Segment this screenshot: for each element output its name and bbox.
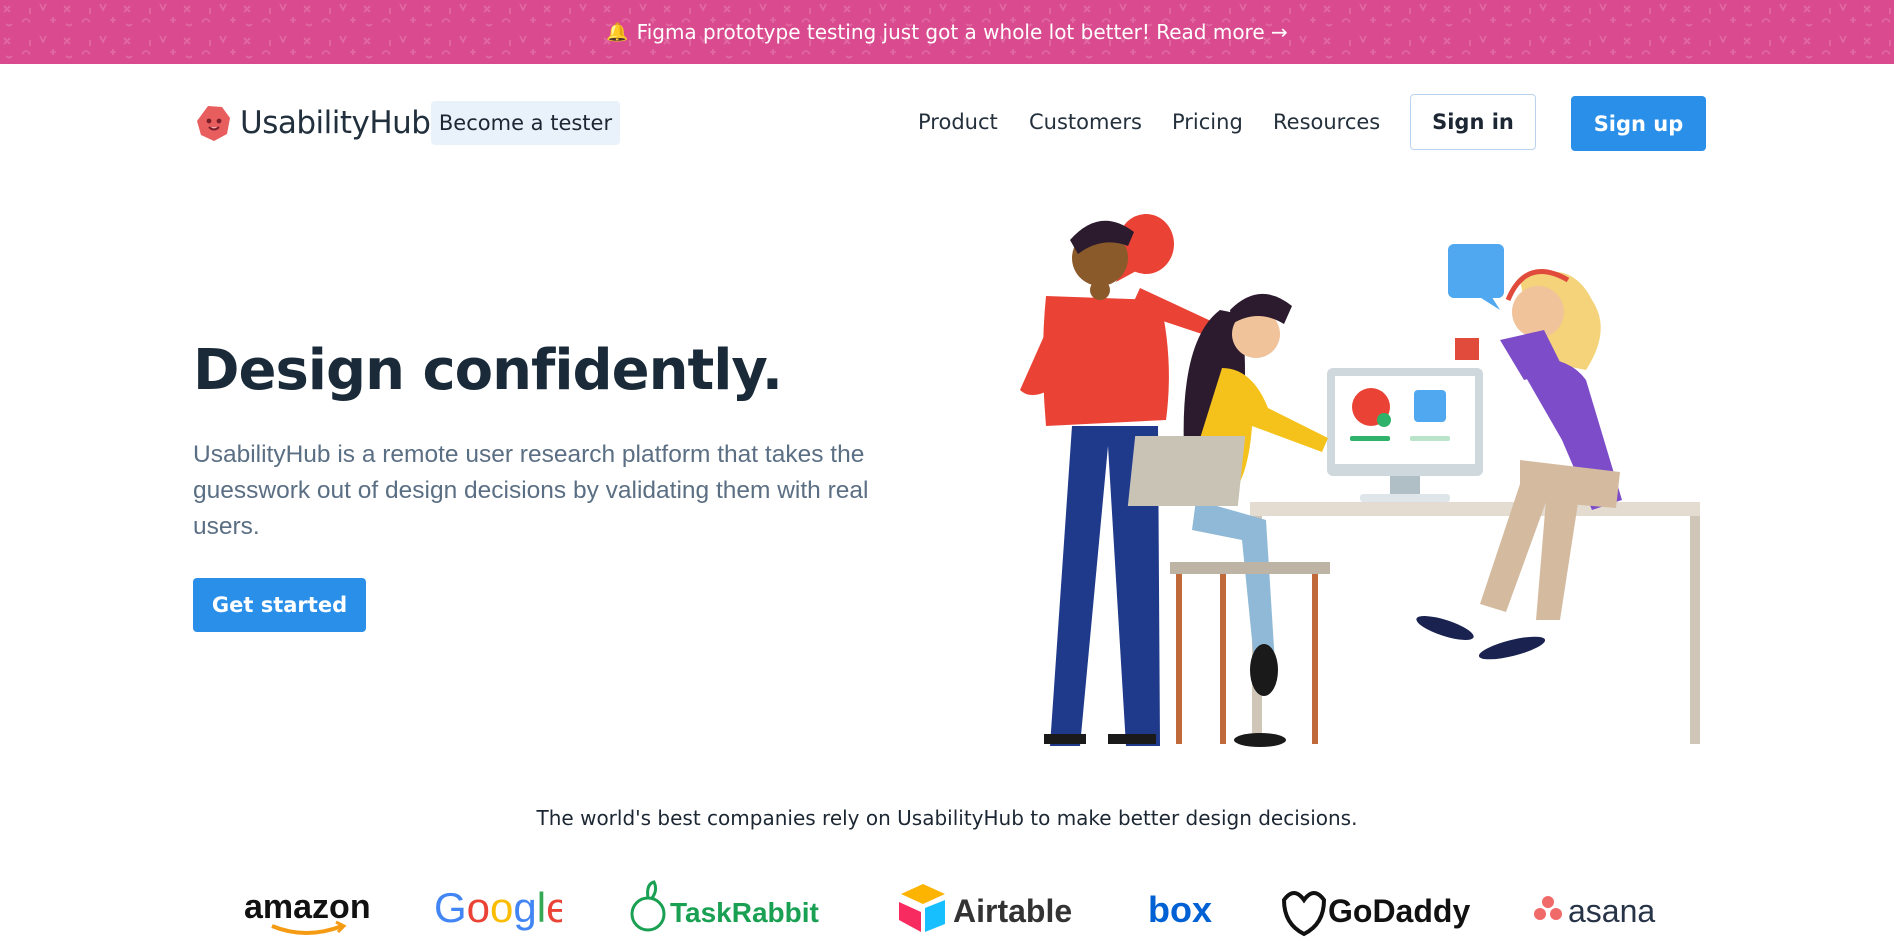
hero-title: Design confidently. (193, 338, 783, 403)
hero-description: UsabilityHub is a remote user research p… (193, 441, 869, 540)
logo-text: UsabilityHub (240, 105, 431, 141)
taskrabbit-logo-icon: TaskRabbit (630, 880, 819, 932)
usabilityhub-logo[interactable]: UsabilityHub (196, 104, 431, 142)
svg-text:amazon: amazon (244, 888, 371, 926)
taskrabbit-logo: TaskRabbit (626, 880, 826, 940)
sign-up-button[interactable]: Sign up (1571, 96, 1706, 151)
logo-mark-icon (197, 106, 230, 141)
godaddy-logo: GoDaddy (1276, 880, 1476, 940)
asana-logo: asana (1530, 880, 1670, 940)
nav-pricing[interactable]: Pricing (1172, 110, 1243, 134)
banner-message: 🔔 Figma prototype testing just got a who… (0, 0, 1894, 64)
sign-in-button[interactable]: Sign in (1410, 94, 1536, 150)
box-logo-icon: box (1148, 889, 1212, 930)
svg-text:TaskRabbit: TaskRabbit (670, 897, 819, 928)
banner-read-more-link[interactable]: 🔔 Figma prototype testing just got a who… (606, 20, 1288, 44)
bell-icon: 🔔 (606, 21, 629, 43)
svg-text:box: box (1148, 889, 1212, 930)
banner-text: Figma prototype testing just got a whole… (636, 20, 1288, 44)
airtable-logo: Airtable (893, 880, 1093, 940)
hero-illustration (1020, 214, 1700, 747)
svg-text:Google: Google (434, 884, 562, 931)
nav-resources[interactable]: Resources (1273, 110, 1380, 134)
google-logo: Google (432, 880, 562, 940)
company-logos: amazon Google TaskRabbit Airtable box Go… (0, 880, 1894, 943)
amazon-logo-icon: amazon (244, 888, 371, 935)
box-logo: box (1146, 880, 1216, 940)
google-logo-icon: Google (434, 884, 562, 931)
get-started-button[interactable]: Get started (193, 578, 366, 632)
announcement-banner: 🔔 Figma prototype testing just got a who… (0, 0, 1894, 64)
amazon-logo: amazon (242, 880, 372, 940)
speech-bubble-blue (1448, 244, 1504, 310)
svg-text:asana: asana (1568, 893, 1655, 929)
airtable-logo-icon: Airtable (899, 884, 1072, 932)
nav-product[interactable]: Product (918, 110, 998, 134)
computer-monitor (1327, 368, 1483, 502)
nav-customers[interactable]: Customers (1029, 110, 1142, 134)
svg-text:Airtable: Airtable (953, 893, 1072, 929)
svg-text:GoDaddy: GoDaddy (1328, 893, 1470, 929)
godaddy-logo-icon: GoDaddy (1281, 891, 1470, 937)
become-tester-button[interactable]: Become a tester (431, 101, 620, 145)
trust-statement: The world's best companies rely on Usabi… (536, 806, 1358, 830)
asana-logo-icon: asana (1534, 893, 1655, 929)
